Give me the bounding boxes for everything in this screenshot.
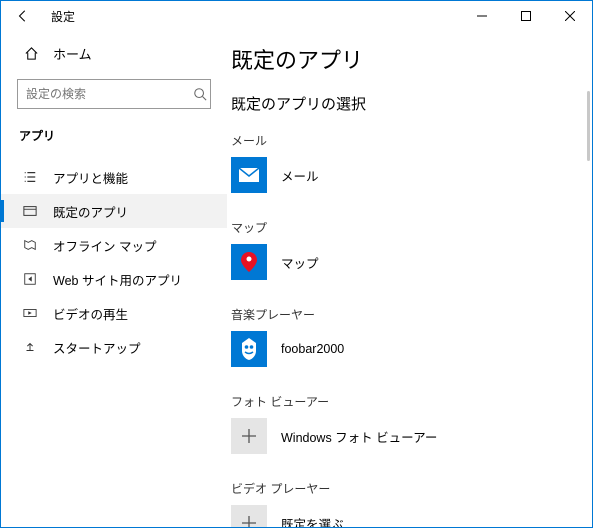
nav-label: Web サイト用のアプリ <box>39 270 182 289</box>
category-label: ビデオ プレーヤー <box>231 480 578 497</box>
close-button[interactable] <box>548 1 592 31</box>
map-icon <box>21 238 39 252</box>
category-label: マップ <box>231 219 578 236</box>
nav-default-apps[interactable]: 既定のアプリ <box>1 194 227 228</box>
website-icon <box>21 272 39 286</box>
nav-apps-features[interactable]: アプリと機能 <box>1 160 227 194</box>
scrollbar[interactable] <box>587 91 590 161</box>
default-app-photo[interactable]: Windows フォト ビューアー <box>231 418 578 454</box>
maximize-button[interactable] <box>504 1 548 31</box>
titlebar: 設定 <box>1 1 592 31</box>
category-label: フォト ビューアー <box>231 393 578 410</box>
window-title: 設定 <box>37 8 75 25</box>
main-panel: 既定のアプリ 既定のアプリの選択 メール メール マップ マップ 音楽プレーヤ <box>227 31 592 527</box>
app-label: Windows フォト ビューアー <box>281 427 437 446</box>
video-icon <box>21 306 39 320</box>
search-icon <box>189 87 210 101</box>
nav-label: 既定のアプリ <box>39 202 128 221</box>
nav-label: ビデオの再生 <box>39 304 128 323</box>
app-label: メール <box>281 166 319 185</box>
back-button[interactable] <box>9 9 37 23</box>
home-icon <box>21 46 41 61</box>
search-input[interactable] <box>18 87 189 101</box>
search-box[interactable] <box>17 79 211 109</box>
app-label: foobar2000 <box>281 342 344 356</box>
nav-label: スタートアップ <box>39 338 141 357</box>
plus-icon <box>231 418 267 454</box>
home-label: ホーム <box>41 44 92 63</box>
nav-website-apps[interactable]: Web サイト用のアプリ <box>1 262 227 296</box>
home-link[interactable]: ホーム <box>1 35 227 71</box>
sidebar: ホーム アプリ アプリと機能 <box>1 31 227 527</box>
page-subheading: 既定のアプリの選択 <box>231 93 578 114</box>
category-label: 音楽プレーヤー <box>231 306 578 323</box>
app-label: マップ <box>281 253 319 272</box>
nav-label: アプリと機能 <box>39 168 128 187</box>
minimize-button[interactable] <box>460 1 504 31</box>
nav-startup[interactable]: スタートアップ <box>1 330 227 364</box>
foobar-app-icon <box>231 331 267 367</box>
default-app-music[interactable]: foobar2000 <box>231 331 578 367</box>
defaults-icon <box>21 204 39 218</box>
nav-offline-maps[interactable]: オフライン マップ <box>1 228 227 262</box>
default-app-mail[interactable]: メール <box>231 157 578 193</box>
nav-label: オフライン マップ <box>39 236 156 255</box>
maps-app-icon <box>231 244 267 280</box>
default-app-maps[interactable]: マップ <box>231 244 578 280</box>
category-label: メール <box>231 132 578 149</box>
list-icon <box>21 170 39 184</box>
section-label: アプリ <box>1 109 227 150</box>
app-label: 既定を選ぶ <box>281 514 344 528</box>
default-app-video[interactable]: 既定を選ぶ <box>231 505 578 527</box>
startup-icon <box>21 340 39 354</box>
nav-video-playback[interactable]: ビデオの再生 <box>1 296 227 330</box>
mail-app-icon <box>231 157 267 193</box>
plus-icon <box>231 505 267 527</box>
page-heading: 既定のアプリ <box>231 43 578 75</box>
